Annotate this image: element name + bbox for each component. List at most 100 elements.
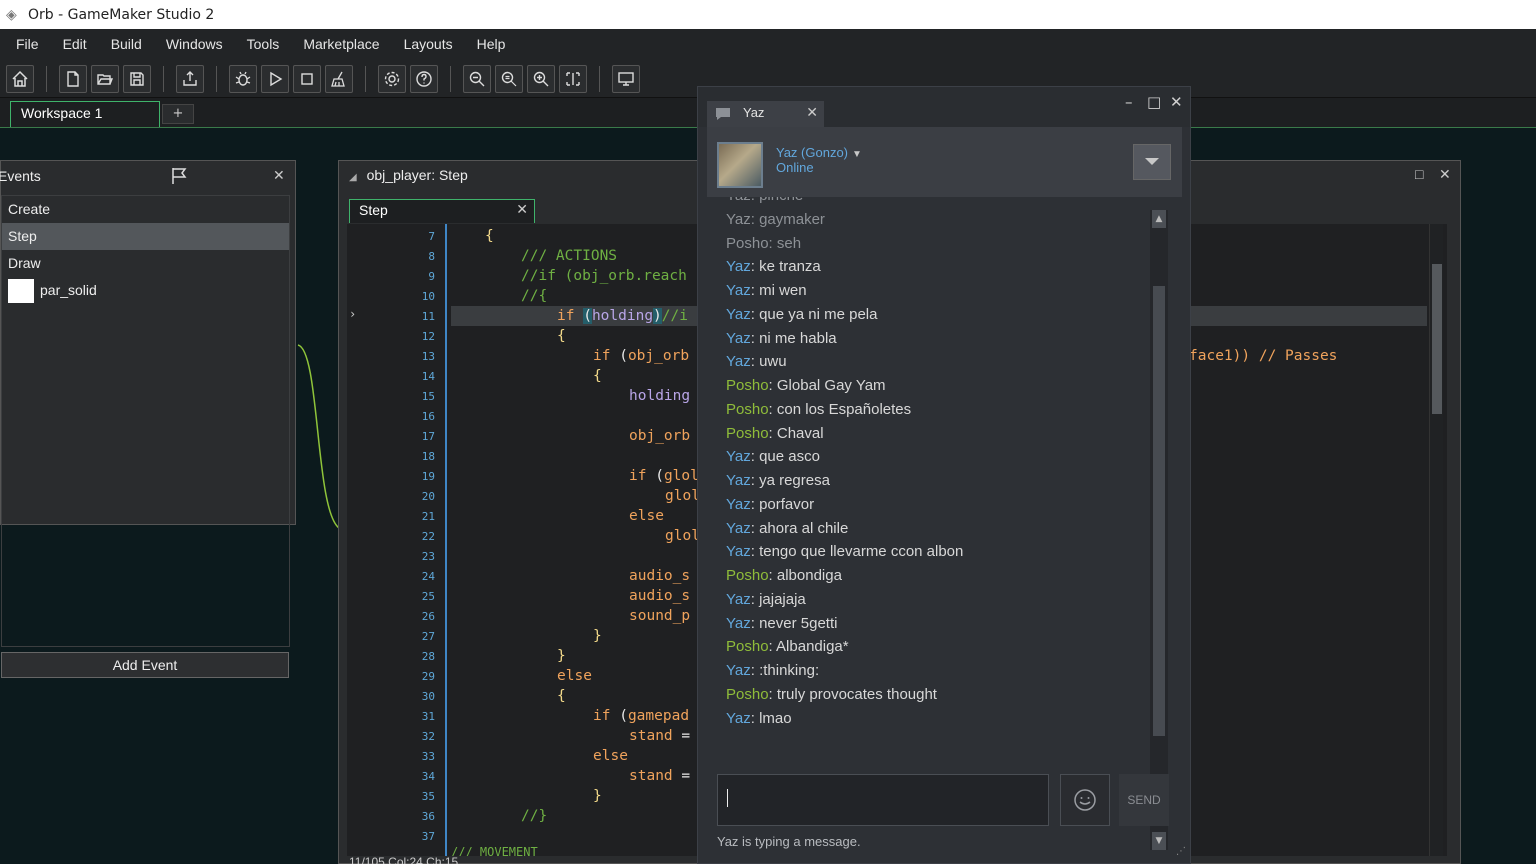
- help-button[interactable]: [410, 64, 438, 93]
- line-number: 8: [428, 250, 435, 263]
- message-text: : porfavor: [750, 495, 815, 513]
- question-icon: [416, 70, 432, 87]
- clean-button[interactable]: [325, 64, 353, 93]
- message-sender: Yaz: [726, 305, 751, 323]
- code-scrollbar[interactable]: [1429, 224, 1443, 856]
- create-executable-button[interactable]: [176, 64, 204, 93]
- maximize-icon[interactable]: □: [1147, 93, 1161, 111]
- message-sender: Posho: [726, 424, 769, 442]
- run-button[interactable]: [261, 64, 289, 93]
- chat-options-button[interactable]: [1133, 144, 1171, 180]
- add-event-button[interactable]: Add Event: [1, 652, 289, 678]
- line-number: 34: [421, 770, 435, 783]
- typing-indicator: Yaz is typing a message.: [717, 834, 861, 849]
- code-line: //if (obj_orb.reach: [521, 268, 687, 284]
- close-icon[interactable]: ✕: [1439, 166, 1451, 183]
- open-project-button[interactable]: [91, 64, 119, 93]
- add-workspace-button[interactable]: +: [162, 104, 194, 124]
- event-step[interactable]: Step: [2, 223, 289, 250]
- chat-tab-yaz[interactable]: Yaz ✕: [707, 101, 824, 127]
- code-line: {: [485, 228, 494, 244]
- line-number: 23: [421, 550, 435, 563]
- broom-icon: [331, 71, 345, 87]
- fit-view-button[interactable]: [559, 64, 587, 93]
- menu-tools[interactable]: Tools: [235, 29, 292, 60]
- emoticon-button[interactable]: [1060, 774, 1110, 826]
- workspace-tab[interactable]: Workspace 1: [10, 101, 160, 127]
- code-scrollbar-thumb[interactable]: [1432, 264, 1442, 414]
- stop-icon: [301, 72, 313, 85]
- menu-help[interactable]: Help: [465, 29, 518, 60]
- target-device-button[interactable]: [612, 64, 640, 93]
- menu-bar: File Edit Build Windows Tools Marketplac…: [0, 29, 1536, 60]
- home-button[interactable]: [6, 64, 34, 93]
- events-list: Create Step Draw par_solid: [1, 195, 290, 647]
- bug-icon: [235, 71, 251, 86]
- message-sender: Yaz: [726, 614, 751, 632]
- zoom-out-button[interactable]: [463, 64, 491, 93]
- gutter-divider: [445, 224, 447, 856]
- line-number: 30: [421, 690, 435, 703]
- message-text: : gaymaker: [750, 210, 825, 228]
- line-gutter: › 7 8 9 10 11 12 13 14 15 16 17 18 19 20…: [347, 224, 447, 856]
- stop-button[interactable]: [293, 64, 321, 93]
- menu-edit[interactable]: Edit: [51, 29, 99, 60]
- menu-windows[interactable]: Windows: [154, 29, 235, 60]
- avatar[interactable]: [717, 142, 763, 188]
- message-text: : que ya ni me pela: [750, 305, 878, 323]
- chat-scrollbar-thumb[interactable]: [1153, 286, 1165, 736]
- line-number: 26: [421, 610, 435, 623]
- chat-tab-bar: Yaz ✕ – □ ✕: [698, 87, 1190, 127]
- message-text: : uwu: [750, 353, 787, 371]
- message-text: : jajajaja: [750, 590, 806, 608]
- message-text: : con los Españoletes: [768, 400, 912, 418]
- minimize-icon[interactable]: –: [1125, 93, 1133, 111]
- debug-button[interactable]: [229, 64, 257, 93]
- toolbar-separator: [163, 65, 164, 92]
- friend-status: Online: [776, 160, 814, 175]
- new-project-button[interactable]: [59, 64, 87, 93]
- scroll-down-icon[interactable]: ▼: [1152, 832, 1166, 850]
- flag-icon[interactable]: [169, 166, 191, 186]
- gamemaker-logo-icon: ◈: [6, 6, 17, 23]
- resize-grip-icon[interactable]: ⋰: [1176, 846, 1186, 857]
- event-create[interactable]: Create: [2, 196, 289, 223]
- step-tab-label: Step: [359, 202, 388, 218]
- maximize-icon[interactable]: □: [1415, 166, 1423, 182]
- close-events-panel-button[interactable]: ✕: [273, 167, 285, 184]
- code-line: //}: [521, 808, 548, 824]
- chat-tab-label: Yaz: [743, 105, 765, 120]
- event-draw[interactable]: Draw: [2, 250, 289, 277]
- message-text: : seh: [768, 234, 802, 252]
- zoom-reset-button[interactable]: [495, 64, 523, 93]
- connection-curve: [297, 344, 340, 529]
- parent-object-item[interactable]: par_solid: [2, 277, 289, 304]
- send-button[interactable]: SEND: [1119, 774, 1169, 826]
- close-chat-tab-button[interactable]: ✕: [806, 104, 818, 121]
- scroll-up-icon[interactable]: ▲: [1152, 210, 1166, 228]
- chat-message: Posho: Albandiga*: [726, 635, 849, 659]
- line-number: 33: [421, 750, 435, 763]
- zoom-in-button[interactable]: [527, 64, 555, 93]
- preferences-button[interactable]: [378, 64, 406, 93]
- parent-object-name: par_solid: [40, 282, 97, 298]
- collapse-icon[interactable]: ◢: [349, 172, 357, 183]
- line-number: 22: [421, 530, 435, 543]
- text-cursor: [727, 789, 728, 807]
- chat-message-input[interactable]: [717, 774, 1049, 826]
- chat-scrollbar[interactable]: ▲ ▼: [1150, 210, 1168, 850]
- message-sender: Yaz: [726, 590, 751, 608]
- menu-marketplace[interactable]: Marketplace: [291, 29, 391, 60]
- message-text: : que asco: [750, 448, 820, 466]
- close-tab-button[interactable]: ✕: [516, 201, 528, 218]
- menu-build[interactable]: Build: [99, 29, 154, 60]
- message-text: : albondiga: [768, 567, 842, 584]
- fit-view-icon: [566, 71, 580, 86]
- menu-file[interactable]: File: [4, 29, 51, 60]
- close-icon[interactable]: ✕: [1170, 93, 1183, 111]
- friend-name-dropdown[interactable]: Yaz (Gonzo) ▼: [776, 145, 862, 160]
- save-button[interactable]: [123, 64, 151, 93]
- code-line: audio_s: [629, 568, 691, 584]
- step-event-tab[interactable]: Step ✕: [349, 199, 535, 223]
- menu-layouts[interactable]: Layouts: [392, 29, 465, 60]
